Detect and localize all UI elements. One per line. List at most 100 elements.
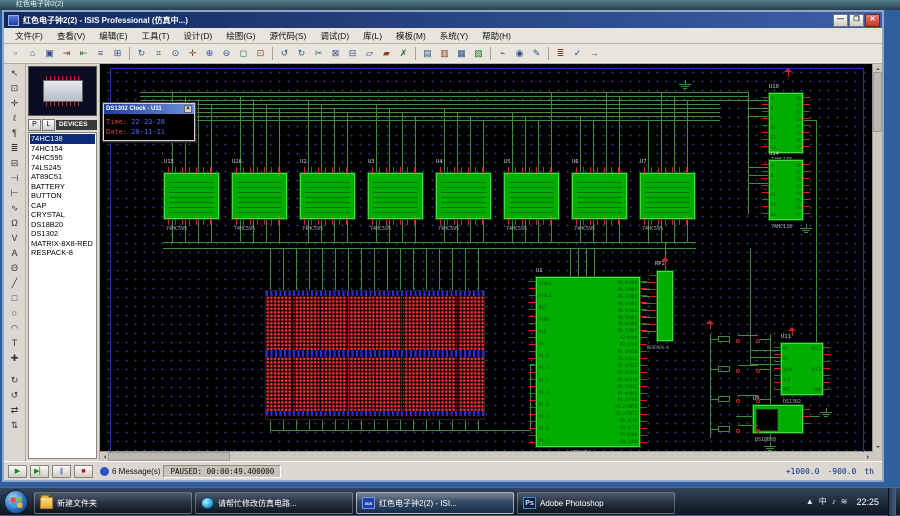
graph-mode-icon[interactable]: ∿ (7, 201, 23, 216)
device-item[interactable]: 74HC154 (30, 144, 95, 154)
taskbar-item-0[interactable]: 新建文件夹 (34, 492, 192, 514)
export-section-icon[interactable]: ⇤ (75, 46, 92, 61)
search-tag-icon[interactable]: ◉ (511, 46, 528, 61)
current-probe-icon[interactable]: A (7, 246, 23, 261)
horizontal-scroll-thumb[interactable] (108, 452, 230, 461)
menu-item-2[interactable]: 编辑(E) (92, 30, 134, 42)
taskbar-item-1[interactable]: 请帮忙修改仿真电路... (195, 492, 353, 514)
device-item[interactable]: BUTTON (30, 191, 95, 201)
resistor[interactable] (718, 396, 730, 402)
schematic-canvas[interactable]: DS1302 Clock - U11 × Time: 22-23-28 Date… (100, 64, 873, 452)
virtual-instruments-icon[interactable]: Θ (7, 261, 23, 276)
scroll-left-icon[interactable] (102, 455, 106, 459)
scroll-right-icon[interactable] (867, 455, 871, 459)
block-copy-icon[interactable]: ▱ (361, 46, 378, 61)
property-assignment-icon[interactable]: ✎ (528, 46, 545, 61)
menu-item-4[interactable]: 设计(D) (176, 30, 219, 42)
shift-register-U7[interactable]: U774HC595 (639, 172, 696, 220)
device-item[interactable]: RESPACK-8 (30, 248, 95, 258)
import-section-icon[interactable]: ⇥ (58, 46, 75, 61)
block-move-icon[interactable]: ▰ (378, 46, 395, 61)
voltage-probe-icon[interactable]: V (7, 231, 23, 246)
start-button[interactable] (4, 490, 28, 514)
menu-item-3[interactable]: 工具(T) (135, 30, 177, 42)
step-button[interactable]: ▶▏ (30, 465, 49, 478)
device-item[interactable]: DS18B20 (30, 220, 95, 230)
shift-register-U3[interactable]: U374HC595 (367, 172, 424, 220)
scroll-up-icon[interactable] (876, 66, 880, 70)
paste-icon[interactable]: ⊟ (344, 46, 361, 61)
pick-device-icon[interactable]: ▤ (419, 46, 436, 61)
device-pins-icon[interactable]: ⊢ (7, 186, 23, 201)
device-item[interactable]: 74LS245 (30, 163, 95, 173)
mark-output-area-icon[interactable]: ⊞ (109, 46, 126, 61)
make-device-icon[interactable]: ▥ (436, 46, 453, 61)
copy-icon[interactable]: ⊠ (327, 46, 344, 61)
text-script-icon[interactable]: ¶ (7, 126, 23, 141)
false-origin-icon[interactable]: ⊙ (167, 46, 184, 61)
wire-autorouter-icon[interactable]: ⌁ (494, 46, 511, 61)
device-item[interactable]: DS1302 (30, 229, 95, 239)
redo-icon[interactable]: ↻ (293, 46, 310, 61)
messages-count[interactable]: 6 Message(s) (112, 467, 160, 476)
buses-icon[interactable]: ≣ (7, 141, 23, 156)
wire-label-icon[interactable]: ℓ (7, 111, 23, 126)
taskbar-item-2[interactable]: ISIS红色电子钟2(2) - ISI... (356, 492, 514, 514)
device-item[interactable]: MATRIX-8X8-RED (30, 239, 95, 249)
popup-titlebar[interactable]: DS1302 Clock - U11 × (104, 104, 194, 114)
push-button[interactable] (736, 364, 760, 374)
device-item[interactable]: CAP (30, 201, 95, 211)
menu-item-9[interactable]: 模板(M) (389, 30, 433, 42)
markers-icon[interactable]: ✚ (7, 351, 23, 366)
junction-dot-icon[interactable]: ✛ (7, 96, 23, 111)
cut-icon[interactable]: ✂ (310, 46, 327, 61)
zoom-out-icon[interactable]: ⊖ (218, 46, 235, 61)
decompose-icon[interactable]: ▧ (470, 46, 487, 61)
menu-item-10[interactable]: 系统(Y) (433, 30, 475, 42)
generator-mode-icon[interactable]: Ω (7, 216, 23, 231)
zoom-in-icon[interactable]: ⊕ (201, 46, 218, 61)
popup-close-icon[interactable]: × (184, 105, 192, 113)
terminals-icon[interactable]: ⊣ (7, 171, 23, 186)
block-delete-icon[interactable]: ✗ (395, 46, 412, 61)
device-item[interactable]: AT89C51 (30, 172, 95, 182)
device-item[interactable]: 74HC595 (30, 153, 95, 163)
messages-icon[interactable] (100, 467, 109, 476)
titlebar[interactable]: 红色电子钟2(2) - ISIS Professional (仿真中...) —… (4, 12, 882, 28)
rotate-anticlockwise-icon[interactable]: ↺ (7, 388, 23, 403)
decoder-U10[interactable]: U10ABCE1E2E3Y0Y1Y2Y3Y4Y5Y6Y774HC138 (768, 92, 804, 154)
subcircuit-icon[interactable]: ⊟ (7, 156, 23, 171)
close-button[interactable]: ✕ (865, 14, 880, 27)
menu-item-7[interactable]: 调试(D) (313, 30, 356, 42)
rtc-U11[interactable]: U11X1X2SCLKI/ORSTVCC2VCC1GNDDS1302 (780, 342, 824, 396)
menu-item-11[interactable]: 帮助(H) (475, 30, 518, 42)
pick-devices-button[interactable]: P (28, 119, 41, 131)
minimize-button[interactable]: — (833, 14, 848, 27)
new-design-icon[interactable]: ▫ (7, 46, 24, 61)
packaging-tool-icon[interactable]: ▦ (453, 46, 470, 61)
pause-button[interactable]: ∥ (52, 465, 71, 478)
menu-item-1[interactable]: 查看(V) (50, 30, 92, 42)
shift-register-U5[interactable]: U574HC595 (503, 172, 560, 220)
menu-item-6[interactable]: 源代码(S) (263, 30, 314, 42)
toggle-grid-icon[interactable]: ⌗ (150, 46, 167, 61)
horizontal-mirror-icon[interactable]: ⇄ (7, 403, 23, 418)
push-button[interactable] (736, 394, 760, 404)
vertical-scroll-thumb[interactable] (873, 72, 882, 132)
menu-item-8[interactable]: 库(L) (356, 30, 389, 42)
horizontal-scrollbar[interactable] (100, 451, 873, 461)
hidden-icons-arrow[interactable]: ▲ (806, 497, 814, 506)
maximize-button[interactable]: ❐ (849, 14, 864, 27)
2d-text-icon[interactable]: T (7, 336, 23, 351)
design-explorer-icon[interactable]: ≣ (552, 46, 569, 61)
netlist-to-ares-icon[interactable]: → (586, 46, 603, 61)
respack-RP2[interactable]: RP2RESPACK-8 (656, 270, 674, 342)
resistor[interactable] (718, 366, 730, 372)
led-dot-matrix[interactable] (265, 290, 485, 420)
decoder-U14[interactable]: U14ABCE1E2E3Y0Y1Y2Y3Y4Y5Y6Y774HC138 (768, 159, 804, 221)
device-item[interactable]: CRYSTAL (30, 210, 95, 220)
ime-icon[interactable]: 中 (819, 496, 827, 507)
push-button[interactable] (736, 424, 760, 434)
volume-icon[interactable]: ♪ (832, 497, 836, 506)
menu-item-5[interactable]: 绘图(G) (219, 30, 262, 42)
